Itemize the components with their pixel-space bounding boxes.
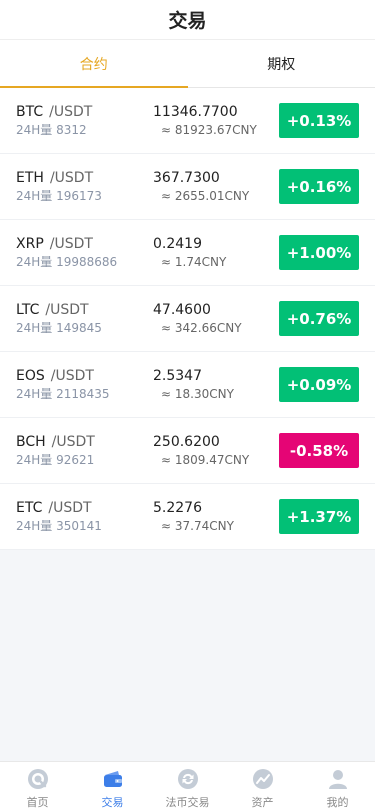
- change-badge[interactable]: +1.37%: [279, 499, 359, 534]
- quote-symbol: /USDT: [49, 103, 93, 120]
- home-icon: [27, 769, 48, 789]
- cny-price: ≈ 1.74CNY: [161, 254, 227, 269]
- pair-info: BCH/USDT 24H量 92621: [16, 434, 153, 468]
- nav-assets[interactable]: 资产: [225, 762, 300, 812]
- change-badge[interactable]: -0.58%: [279, 433, 359, 468]
- change-badge[interactable]: +0.09%: [279, 367, 359, 402]
- last-price: 2.5347: [153, 367, 202, 384]
- change-badge[interactable]: +1.00%: [279, 235, 359, 270]
- nav-label: 交易: [101, 796, 124, 809]
- price-info: 250.6200 ≈ 1809.47CNY: [153, 434, 279, 468]
- pair-label: ETH/USDT: [16, 170, 153, 187]
- price-info: 47.4600 ≈ 342.66CNY: [153, 302, 279, 336]
- last-price: 11346.7700: [153, 103, 238, 120]
- price-info: 5.2276 ≈ 37.74CNY: [153, 500, 279, 534]
- market-row-btc[interactable]: BTC/USDT 24H量 8312 11346.7700 ≈ 81923.67…: [0, 88, 375, 154]
- pair-info: ETC/USDT 24H量 350141: [16, 500, 153, 534]
- pair-info: EOS/USDT 24H量 2118435: [16, 368, 153, 402]
- quote-symbol: /USDT: [49, 169, 94, 186]
- cny-price: ≈ 2655.01CNY: [161, 188, 250, 203]
- last-price: 47.4600: [153, 301, 211, 318]
- base-symbol: LTC: [16, 301, 40, 318]
- quote-symbol: /USDT: [49, 235, 93, 252]
- nav-otc[interactable]: 法币交易: [150, 762, 225, 812]
- cny-price: ≈ 1809.47CNY: [161, 452, 250, 467]
- pair-label: BCH/USDT: [16, 434, 153, 451]
- pair-label: LTC/USDT: [16, 302, 153, 319]
- quote-symbol: /USDT: [51, 433, 95, 450]
- quote-symbol: /USDT: [45, 301, 89, 318]
- volume-24h: 24H量 92621: [16, 452, 95, 467]
- tab-contract[interactable]: 合约: [0, 40, 188, 88]
- quote-symbol: /USDT: [50, 367, 94, 384]
- volume-24h: 24H量 350141: [16, 518, 102, 533]
- bottom-nav: 首页 交易 法币交易 资产 我的: [0, 761, 375, 812]
- chart-trend-icon: [252, 769, 273, 789]
- pair-label: ETC/USDT: [16, 500, 153, 517]
- page-title: 交易: [168, 10, 207, 32]
- base-symbol: XRP: [16, 235, 44, 252]
- tab-options[interactable]: 期权: [188, 40, 375, 87]
- top-bar: 交易: [0, 0, 375, 40]
- nav-label: 首页: [26, 796, 49, 809]
- volume-24h: 24H量 8312: [16, 122, 87, 137]
- pair-info: BTC/USDT 24H量 8312: [16, 104, 153, 138]
- volume-24h: 24H量 149845: [16, 320, 102, 335]
- base-symbol: ETC: [16, 499, 43, 516]
- base-symbol: EOS: [16, 367, 45, 384]
- nav-label: 法币交易: [165, 796, 210, 809]
- cny-price: ≈ 18.30CNY: [161, 386, 234, 401]
- change-badge[interactable]: +0.76%: [279, 301, 359, 336]
- pair-info: XRP/USDT 24H量 19988686: [16, 236, 153, 270]
- volume-24h: 24H量 196173: [16, 188, 102, 203]
- base-symbol: ETH: [16, 169, 44, 186]
- tab-bar: 合约 期权: [0, 40, 375, 88]
- price-info: 2.5347 ≈ 18.30CNY: [153, 368, 279, 402]
- cny-price: ≈ 81923.67CNY: [161, 122, 257, 137]
- volume-24h: 24H量 19988686: [16, 254, 118, 269]
- cny-price: ≈ 342.66CNY: [161, 320, 242, 335]
- market-row-xrp[interactable]: XRP/USDT 24H量 19988686 0.2419 ≈ 1.74CNY …: [0, 220, 375, 286]
- base-symbol: BTC: [16, 103, 44, 120]
- cny-price: ≈ 37.74CNY: [161, 518, 234, 533]
- last-price: 367.7300: [153, 169, 220, 186]
- base-symbol: BCH: [16, 433, 46, 450]
- market-list: BTC/USDT 24H量 8312 11346.7700 ≈ 81923.67…: [0, 88, 375, 550]
- pair-info: ETH/USDT 24H量 196173: [16, 170, 153, 204]
- market-row-etc[interactable]: ETC/USDT 24H量 350141 5.2276 ≈ 37.74CNY +…: [0, 484, 375, 550]
- market-row-ltc[interactable]: LTC/USDT 24H量 149845 47.4600 ≈ 342.66CNY…: [0, 286, 375, 352]
- nav-home[interactable]: 首页: [0, 762, 75, 812]
- market-row-eos[interactable]: EOS/USDT 24H量 2118435 2.5347 ≈ 18.30CNY …: [0, 352, 375, 418]
- wallet-icon: [103, 771, 122, 787]
- pair-info: LTC/USDT 24H量 149845: [16, 302, 153, 336]
- last-price: 5.2276: [153, 499, 202, 516]
- nav-label: 我的: [326, 796, 349, 809]
- price-info: 367.7300 ≈ 2655.01CNY: [153, 170, 279, 204]
- pair-label: BTC/USDT: [16, 104, 153, 121]
- nav-trade[interactable]: 交易: [75, 762, 150, 812]
- change-badge[interactable]: +0.16%: [279, 169, 359, 204]
- last-price: 0.2419: [153, 235, 202, 252]
- market-row-eth[interactable]: ETH/USDT 24H量 196173 367.7300 ≈ 2655.01C…: [0, 154, 375, 220]
- price-info: 0.2419 ≈ 1.74CNY: [153, 236, 279, 270]
- last-price: 250.6200: [153, 433, 220, 450]
- user-icon: [328, 770, 347, 789]
- nav-label: 资产: [251, 796, 274, 809]
- volume-24h: 24H量 2118435: [16, 386, 110, 401]
- market-row-bch[interactable]: BCH/USDT 24H量 92621 250.6200 ≈ 1809.47CN…: [0, 418, 375, 484]
- change-badge[interactable]: +0.13%: [279, 103, 359, 138]
- pair-label: EOS/USDT: [16, 368, 153, 385]
- pair-label: XRP/USDT: [16, 236, 153, 253]
- exchange-icon: [177, 769, 198, 789]
- nav-profile[interactable]: 我的: [300, 762, 375, 812]
- price-info: 11346.7700 ≈ 81923.67CNY: [153, 104, 279, 138]
- quote-symbol: /USDT: [48, 499, 92, 516]
